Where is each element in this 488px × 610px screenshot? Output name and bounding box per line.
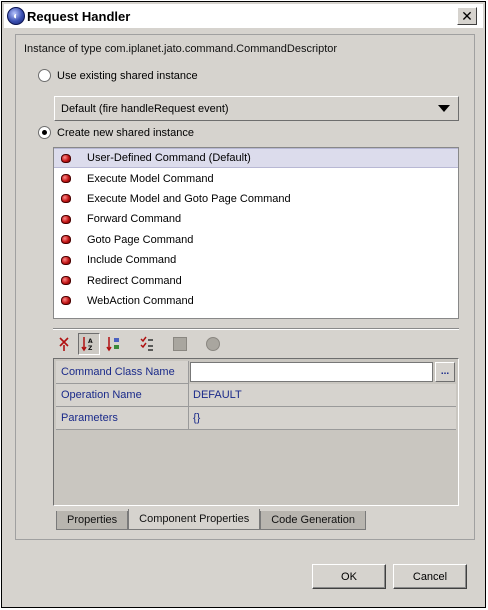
radio-selected-dot: [42, 130, 47, 135]
command-bean-icon: [61, 296, 71, 306]
svg-text:Z: Z: [88, 345, 93, 352]
property-row[interactable]: Operation Name DEFAULT: [56, 384, 456, 407]
command-list[interactable]: User-Defined Command (Default) Execute M…: [53, 147, 459, 319]
create-new-radio-row[interactable]: Create new shared instance: [38, 126, 194, 139]
command-class-name-input[interactable]: [190, 362, 433, 382]
list-item-label: Goto Page Command: [87, 233, 194, 246]
tab-component-properties[interactable]: Component Properties: [128, 509, 261, 530]
use-existing-radio[interactable]: [38, 69, 51, 82]
create-new-radio[interactable]: [38, 126, 51, 139]
chevron-down-icon[interactable]: [438, 105, 450, 112]
property-row[interactable]: Parameters {}: [56, 407, 456, 430]
command-bean-icon: [61, 194, 71, 204]
command-bean-icon: [61, 214, 71, 224]
list-item[interactable]: Goto Page Command: [54, 230, 458, 250]
sort-by-type-icon[interactable]: [103, 333, 125, 355]
sort-unsorted-icon[interactable]: [53, 333, 75, 355]
property-sheet: AZ Command Class Name ... Operation Name…: [53, 331, 459, 506]
tab-code-generation[interactable]: Code Generation: [260, 511, 366, 530]
property-grid: Command Class Name ... Operation Name DE…: [53, 358, 459, 506]
request-handler-dialog: ◐ Request Handler ✕ Instance of type com…: [1, 1, 486, 608]
list-item-label: Execute Model and Goto Page Command: [87, 192, 291, 205]
property-value[interactable]: DEFAULT: [189, 384, 456, 407]
list-item[interactable]: Include Command: [54, 250, 458, 270]
list-item-label: Redirect Command: [87, 274, 182, 287]
command-bean-icon: [61, 153, 71, 163]
list-item[interactable]: Redirect Command: [54, 270, 458, 290]
list-item[interactable]: Execute Model Command: [54, 168, 458, 188]
instance-panel: Instance of type com.iplanet.jato.comman…: [15, 34, 475, 540]
svg-text:A: A: [88, 338, 93, 345]
command-bean-icon: [61, 255, 71, 265]
command-bean-icon: [61, 174, 71, 184]
property-name: Operation Name: [56, 384, 189, 407]
property-name: Command Class Name: [56, 361, 189, 384]
ok-button[interactable]: OK: [312, 564, 386, 589]
list-item-label: Include Command: [87, 254, 177, 267]
property-toolbar: AZ: [53, 331, 227, 357]
window-title: Request Handler: [27, 8, 131, 24]
property-tabs: Properties Component Properties Code Gen…: [56, 508, 366, 530]
list-item-label: WebAction Command: [87, 294, 194, 307]
list-item-label: User-Defined Command (Default): [87, 152, 251, 165]
close-icon: ✕: [461, 8, 473, 24]
section-label: Instance of type com.iplanet.jato.comman…: [24, 43, 338, 55]
divider: [53, 328, 459, 330]
list-item-label: Forward Command: [87, 213, 182, 226]
use-existing-radio-row[interactable]: Use existing shared instance: [38, 69, 198, 82]
list-item[interactable]: Forward Command: [54, 209, 458, 229]
tab-properties[interactable]: Properties: [56, 511, 129, 530]
list-item[interactable]: Execute Model and Goto Page Command: [54, 189, 458, 209]
list-item[interactable]: WebAction Command: [54, 291, 458, 311]
use-existing-label: Use existing shared instance: [57, 69, 198, 82]
property-value[interactable]: {}: [189, 407, 456, 430]
property-row[interactable]: Command Class Name ...: [56, 361, 456, 384]
sort-by-name-icon[interactable]: AZ: [78, 333, 100, 355]
existing-instance-combo[interactable]: Default (fire handleRequest event): [54, 96, 459, 121]
close-button[interactable]: ✕: [457, 7, 477, 25]
title-bar[interactable]: ◐ Request Handler ✕: [4, 4, 483, 28]
edit-list-icon[interactable]: [136, 333, 158, 355]
list-item[interactable]: User-Defined Command (Default): [54, 148, 458, 169]
property-name: Parameters: [56, 407, 189, 430]
record-icon: [202, 333, 224, 355]
create-new-label: Create new shared instance: [57, 126, 194, 139]
property-value-editor: ...: [189, 361, 455, 384]
app-icon: ◐: [7, 7, 25, 25]
existing-instance-value: Default (fire handleRequest event): [61, 102, 229, 115]
list-item-label: Execute Model Command: [87, 172, 214, 185]
command-bean-icon: [61, 276, 71, 286]
browse-button[interactable]: ...: [435, 362, 455, 382]
command-bean-icon: [61, 235, 71, 245]
cancel-button[interactable]: Cancel: [393, 564, 467, 589]
stop-icon: [169, 333, 191, 355]
